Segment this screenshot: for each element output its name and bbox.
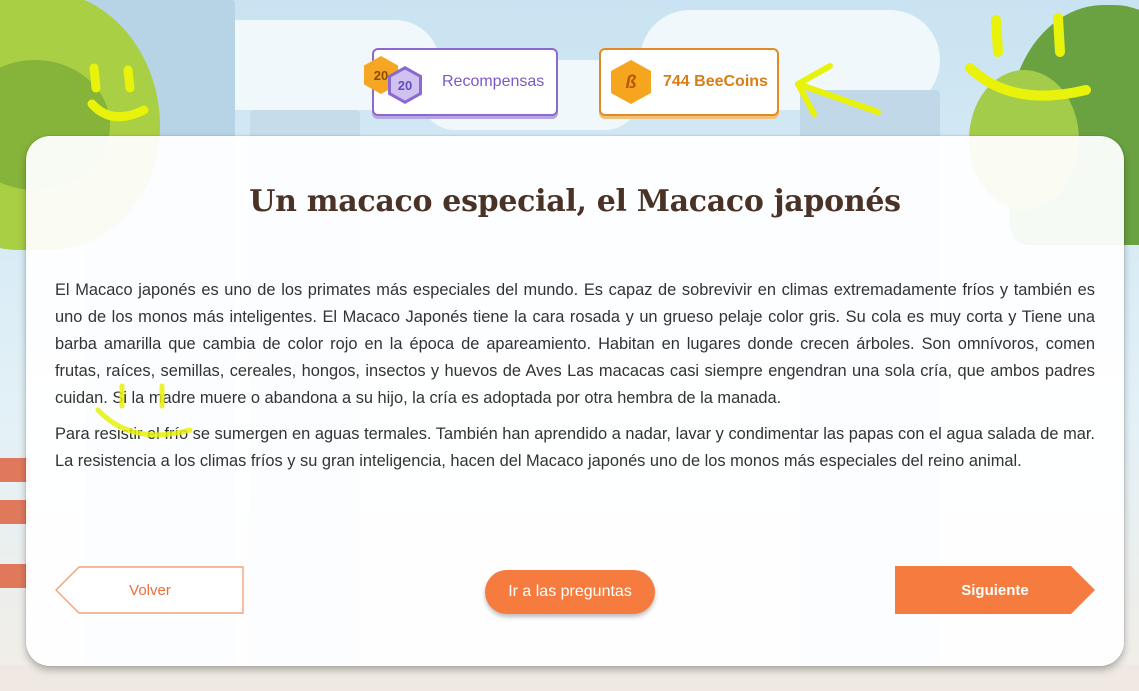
- rewards-badge[interactable]: 20 20 Recompensas: [364, 48, 558, 116]
- reading-paragraph-2: Para resistir el frío se sumergen en agu…: [55, 425, 1095, 470]
- back-label: Volver: [129, 581, 171, 599]
- reading-card: Un macaco especial, el Macaco japonés El…: [26, 136, 1124, 666]
- reading-paragraph-1: El Macaco japonés es uno de los primates…: [55, 281, 1095, 407]
- b-coin-icon: ß: [611, 60, 651, 104]
- beecoins-badge[interactable]: ß 744 BeeCoins: [599, 48, 779, 116]
- go-to-questions-label: Ir a las preguntas: [508, 583, 632, 600]
- beecoins-label: 744 BeeCoins: [663, 73, 768, 90]
- level-hex-icons: 20 20: [364, 52, 436, 112]
- ground: [0, 665, 1139, 691]
- reading-body: El Macaco japonés es uno de los primates…: [55, 277, 1095, 475]
- purple-hex-level: 20: [391, 69, 419, 101]
- go-to-questions-button[interactable]: Ir a las preguntas: [485, 570, 655, 614]
- next-label: Siguiente: [961, 581, 1029, 599]
- reading-title: Un macaco especial, el Macaco japonés: [249, 184, 901, 219]
- rewards-label: Recompensas: [442, 73, 545, 90]
- next-button[interactable]: Siguiente: [895, 566, 1095, 614]
- back-button[interactable]: Volver: [55, 566, 245, 614]
